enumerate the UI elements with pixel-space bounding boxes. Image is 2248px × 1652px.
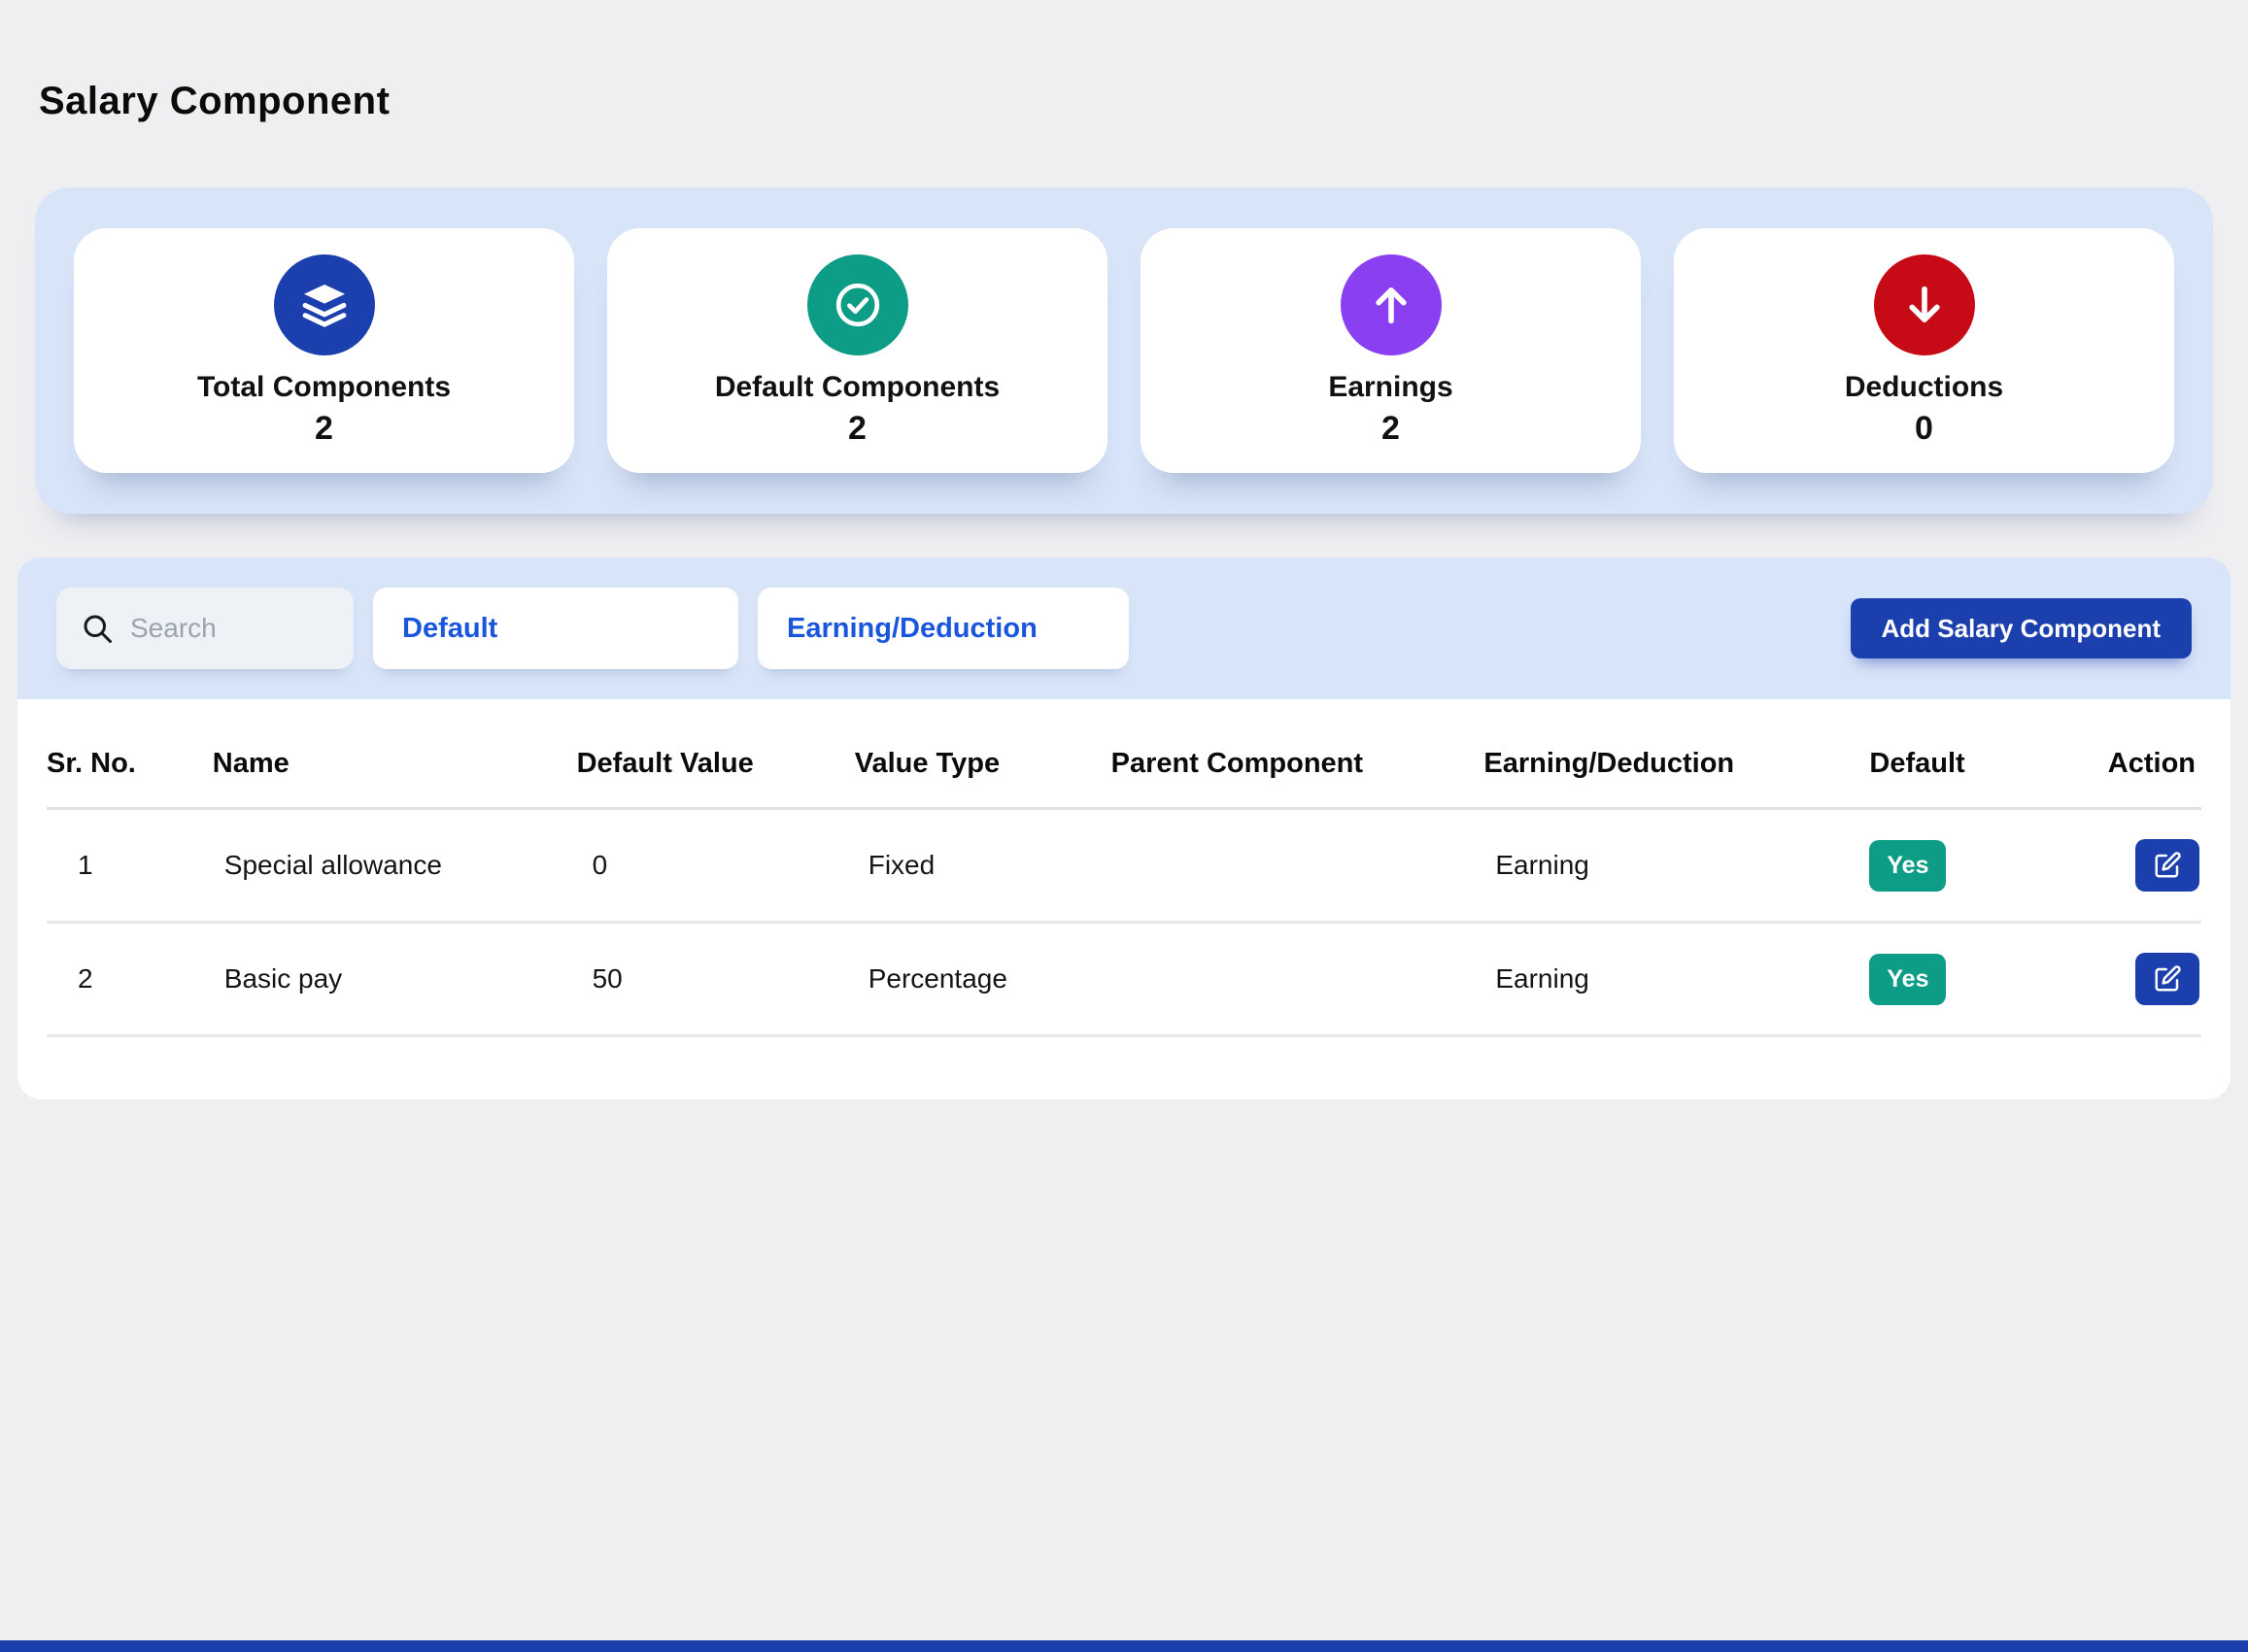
stat-card-label: Deductions [1845, 371, 2003, 404]
stat-card-value: 2 [848, 410, 867, 448]
header-sr-no: Sr. No. [47, 734, 213, 809]
table-row: 2 Basic pay 50 Percentage Earning Yes [47, 923, 2201, 1036]
edit-icon [2153, 964, 2182, 994]
stat-card-value: 2 [315, 410, 333, 448]
salary-component-table: Sr. No. Name Default Value Value Type Pa… [47, 734, 2201, 1037]
stats-panel: Total Components 2 Default Components 2 … [35, 187, 2213, 514]
stat-card-earnings: Earnings 2 [1141, 228, 1641, 473]
table-row: 1 Special allowance 0 Fixed Earning Yes [47, 809, 2201, 923]
stat-card-label: Earnings [1328, 371, 1452, 404]
cell-default: Yes [1869, 809, 2094, 923]
bottom-accent-bar [0, 1640, 2248, 1652]
cell-value-type: Fixed [855, 809, 1111, 923]
stat-card-label: Total Components [197, 371, 451, 404]
default-badge: Yes [1869, 954, 1946, 1005]
edit-icon [2153, 851, 2182, 880]
page-title: Salary Component [39, 80, 2248, 123]
table-section: Sr. No. Name Default Value Value Type Pa… [17, 699, 2231, 1099]
stat-card-value: 2 [1381, 410, 1400, 448]
add-salary-component-button[interactable]: Add Salary Component [1851, 598, 2192, 658]
stat-card-deductions: Deductions 0 [1674, 228, 2174, 473]
filter-default-label: Default [402, 613, 497, 645]
search-field[interactable] [130, 613, 330, 644]
stat-card-total-components: Total Components 2 [74, 228, 574, 473]
cell-sr-no: 2 [47, 923, 213, 1036]
filter-earning-deduction-dropdown[interactable]: Earning/Deduction [758, 588, 1129, 669]
layers-icon [274, 254, 375, 355]
edit-button[interactable] [2135, 839, 2199, 892]
cell-value-type: Percentage [855, 923, 1111, 1036]
header-default-value: Default Value [577, 734, 855, 809]
filter-default-dropdown[interactable]: Default [373, 588, 738, 669]
cell-name: Special allowance [213, 809, 577, 923]
header-default: Default [1869, 734, 2094, 809]
header-value-type: Value Type [855, 734, 1111, 809]
cell-sr-no: 1 [47, 809, 213, 923]
cell-parent-component [1111, 809, 1484, 923]
salary-component-list-panel: Default Earning/Deduction Add Salary Com… [17, 557, 2231, 1099]
header-action: Action [2094, 734, 2201, 809]
stat-card-value: 0 [1915, 410, 1933, 448]
header-earning-deduction: Earning/Deduction [1483, 734, 1869, 809]
header-name: Name [213, 734, 577, 809]
search-icon [80, 611, 115, 646]
stat-card-label: Default Components [715, 371, 1000, 404]
arrow-up-icon [1341, 254, 1442, 355]
table-header-row: Sr. No. Name Default Value Value Type Pa… [47, 734, 2201, 809]
cell-default: Yes [1869, 923, 2094, 1036]
cell-earning-deduction: Earning [1483, 809, 1869, 923]
edit-button[interactable] [2135, 953, 2199, 1005]
search-input[interactable] [56, 588, 354, 669]
filter-earning-deduction-label: Earning/Deduction [787, 613, 1038, 645]
check-circle-icon [807, 254, 908, 355]
cell-name: Basic pay [213, 923, 577, 1036]
cell-default-value: 50 [577, 923, 855, 1036]
cell-default-value: 0 [577, 809, 855, 923]
arrow-down-icon [1874, 254, 1975, 355]
cell-parent-component [1111, 923, 1484, 1036]
toolbar: Default Earning/Deduction Add Salary Com… [17, 557, 2231, 699]
default-badge: Yes [1869, 840, 1946, 892]
stat-card-default-components: Default Components 2 [607, 228, 1107, 473]
cell-earning-deduction: Earning [1483, 923, 1869, 1036]
header-parent-component: Parent Component [1111, 734, 1484, 809]
